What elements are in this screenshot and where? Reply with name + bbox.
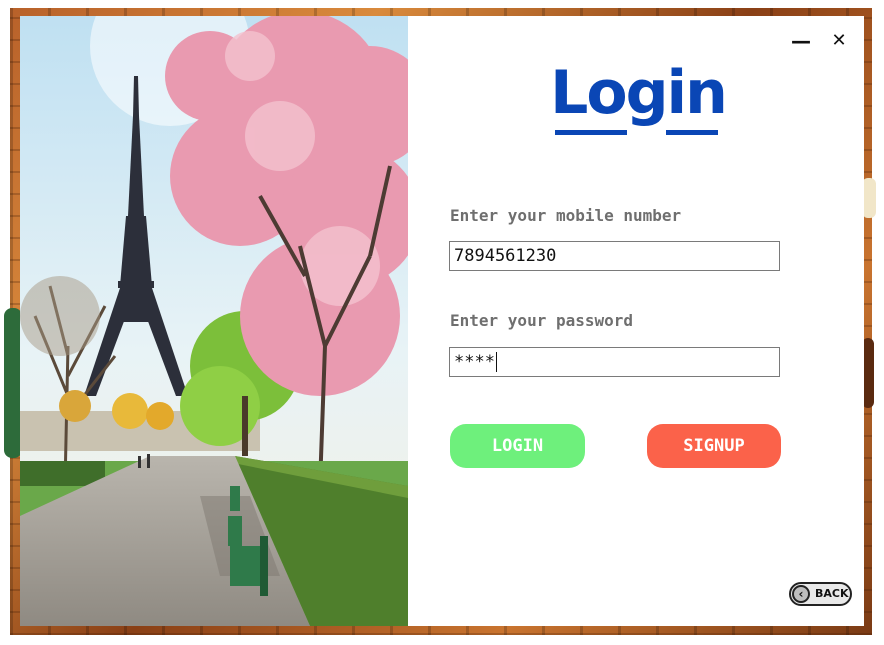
minimize-icon[interactable]: — <box>790 30 812 52</box>
back-label: BACK <box>815 587 849 600</box>
login-button[interactable]: LOGIN <box>450 424 585 468</box>
login-title: Login <box>550 58 728 128</box>
title-underline <box>555 130 627 135</box>
back-button[interactable]: ‹ BACK <box>789 582 852 606</box>
chevron-left-icon: ‹ <box>792 585 810 603</box>
mobile-number-label: Enter your mobile number <box>450 206 682 225</box>
signup-button[interactable]: SIGNUP <box>647 424 781 468</box>
title-underline <box>666 130 718 135</box>
mobile-number-input[interactable]: 7894561230 <box>449 241 780 271</box>
login-panel: — ✕ Login Enter your mobile number 78945… <box>408 16 864 626</box>
close-icon[interactable]: ✕ <box>828 30 850 52</box>
text-caret <box>495 352 497 372</box>
password-label: Enter your password <box>450 311 634 330</box>
password-value: **** <box>454 352 495 372</box>
paris-photo <box>20 16 408 626</box>
password-input[interactable]: **** <box>449 347 780 377</box>
